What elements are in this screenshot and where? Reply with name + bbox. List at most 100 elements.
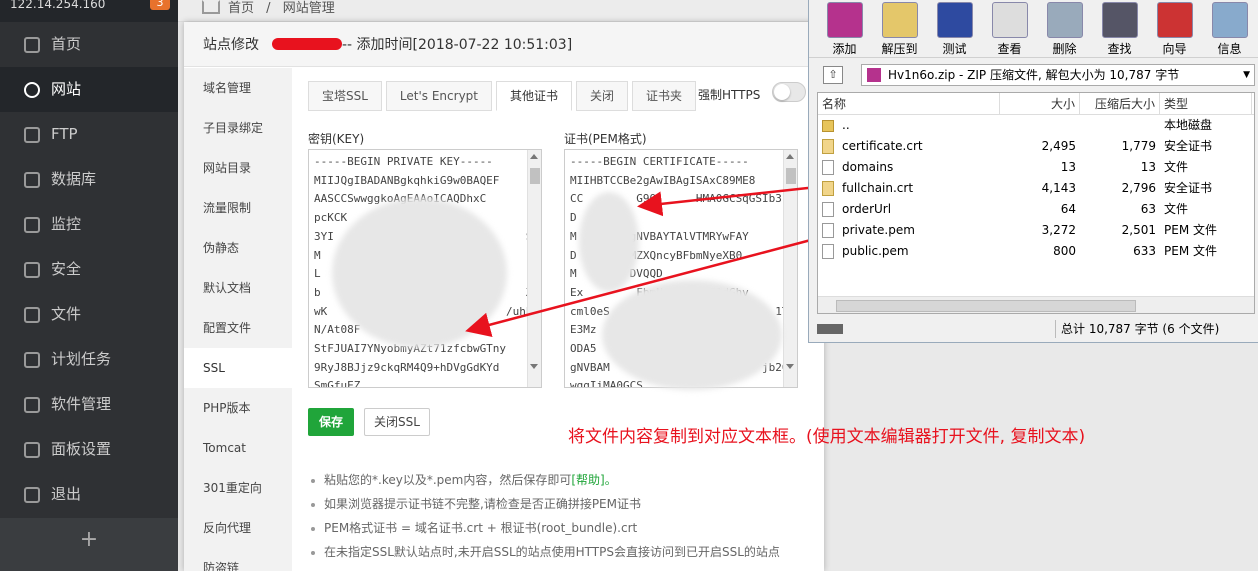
breadcrumb: 首页 / 网站管理 (178, 0, 808, 22)
scroll-up-icon[interactable] (530, 154, 538, 159)
force-https-toggle[interactable] (772, 82, 806, 102)
file-row[interactable]: private.pem 3,272 2,501 PEM 文件 (818, 220, 1254, 241)
menu-item-10[interactable]: 301重定向 (184, 468, 292, 508)
sidebar-item-label: 数据库 (51, 170, 97, 188)
up-folder-button[interactable]: ⇧ (823, 66, 843, 84)
sidebar-item-8[interactable]: 软件管理 (0, 382, 178, 427)
file-size: 2,495 (1041, 139, 1076, 153)
archive-file-list: 名称 大小 压缩后大小 类型 .. 本地磁盘 certificate.crt 2,49… (817, 92, 1255, 314)
sidebar-item-5[interactable]: 安全 (0, 247, 178, 292)
breadcrumb-home[interactable]: 首页 (228, 1, 254, 16)
menu-item-12[interactable]: 防盗链 (184, 548, 292, 571)
sidebar-item-9[interactable]: 面板设置 (0, 427, 178, 472)
file-list-header: 名称 大小 压缩后大小 类型 (818, 93, 1254, 115)
site-edit-dialog: 站点修改 -- 添加时间[2018-07-22 10:51:03] 域名管理 子目… (184, 22, 824, 571)
menu-item-0[interactable]: 域名管理 (184, 68, 292, 108)
tip-item: 粘贴您的*.key以及*.pem内容，然后保存即可[帮助]。 (310, 468, 780, 492)
chevron-down-icon[interactable]: ▼ (1243, 65, 1250, 85)
sidebar-item-10[interactable]: 退出 (0, 472, 178, 517)
column-type[interactable]: 类型 (1160, 93, 1252, 114)
file-name-cell: private.pem (818, 220, 1000, 241)
sidebar-item-label: 计划任务 (51, 350, 112, 368)
file-name: certificate.crt (842, 139, 923, 153)
status-separator (1055, 320, 1056, 338)
sidebar-item-3[interactable]: 数据库 (0, 157, 178, 202)
column-packed[interactable]: 压缩后大小 (1080, 93, 1160, 114)
tab-0[interactable]: 宝塔SSL (308, 81, 382, 111)
archive-total: 总计 10,787 字节 (6 个文件) (1061, 322, 1220, 336)
toolbar-button-3[interactable]: 查看 (982, 0, 1037, 57)
menu-item-1[interactable]: 子目录绑定 (184, 108, 292, 148)
file-name: .. (842, 118, 850, 132)
menu-item-2[interactable]: 网站目录 (184, 148, 292, 188)
archive-path-dropdown[interactable]: Hv1n6o.zip - ZIP 压缩文件, 解包大小为 10,787 字节 ▼ (861, 64, 1255, 86)
file-type: 本地磁盘 (1164, 118, 1213, 132)
toolbar-button-4[interactable]: 删除 (1037, 0, 1092, 57)
toolbar-label: 信息 (1217, 42, 1242, 56)
blur-mask (579, 192, 639, 292)
file-size: 64 (1060, 202, 1076, 216)
file-row[interactable]: domains 13 13 文件 (818, 157, 1254, 178)
sidebar-item-label: 退出 (51, 485, 82, 503)
help-link[interactable]: [帮助]。 (571, 473, 616, 487)
menu-item-4[interactable]: 伪静态 (184, 228, 292, 268)
file-row[interactable]: orderUrl 64 63 文件 (818, 199, 1254, 220)
sidebar-item-label: 面板设置 (51, 440, 112, 458)
file-row[interactable]: public.pem 800 633 PEM 文件 (818, 241, 1254, 262)
close-ssl-button[interactable]: 关闭SSL (364, 408, 430, 436)
sidebar-item-4[interactable]: 监控 (0, 202, 178, 247)
cert-scrollbar[interactable] (783, 150, 797, 387)
save-button[interactable]: 保存 (308, 408, 354, 436)
toolbar-button-7[interactable]: 信息 (1202, 0, 1257, 57)
home-icon (24, 36, 40, 53)
scroll-down-icon[interactable] (530, 364, 538, 369)
file-row[interactable]: .. 本地磁盘 (818, 115, 1254, 136)
certificate-icon (822, 181, 834, 196)
file-name-cell: domains (818, 157, 1000, 178)
tab-2[interactable]: 其他证书 (496, 81, 573, 111)
tab-4[interactable]: 证书夹 (632, 81, 697, 111)
menu-item-3[interactable]: 流量限制 (184, 188, 292, 228)
toolbar-button-6[interactable]: 向导 (1147, 0, 1202, 57)
menu-item-7[interactable]: SSL (184, 348, 292, 388)
wizard-icon (1156, 2, 1193, 38)
dialog-title-suffix: -- 添加时间[2018-07-22 10:51:03] (342, 37, 573, 53)
column-name[interactable]: 名称 (818, 93, 1000, 114)
sidebar-item-label: 网站 (51, 80, 82, 98)
toolbar-button-0[interactable]: 添加 (817, 0, 872, 57)
scroll-up-icon[interactable] (786, 154, 794, 159)
globe-icon (24, 81, 40, 98)
menu-item-11[interactable]: 反向代理 (184, 508, 292, 548)
sidebar-item-7[interactable]: 计划任务 (0, 337, 178, 382)
menu-item-6[interactable]: 配置文件 (184, 308, 292, 348)
sidebar-item-0[interactable]: 首页 (0, 22, 178, 67)
tab-1[interactable]: Let's Encrypt (385, 81, 492, 111)
menu-item-9[interactable]: Tomcat (184, 428, 292, 468)
toolbar-button-1[interactable]: 解压到 (872, 0, 927, 57)
sidebar-item-2[interactable]: FTP (0, 112, 178, 157)
toolbar-label: 查看 (997, 42, 1022, 56)
file-row[interactable]: fullchain.crt 4,143 2,796 安全证书 (818, 178, 1254, 199)
column-size[interactable]: 大小 (1000, 93, 1080, 114)
blur-mask (602, 280, 782, 390)
key-scrollbar[interactable] (527, 150, 541, 387)
tab-3[interactable]: 关闭 (576, 81, 629, 111)
file-name: fullchain.crt (842, 181, 914, 195)
menu-item-8[interactable]: PHP版本 (184, 388, 292, 428)
home-icon[interactable] (202, 0, 220, 14)
zip-icon (867, 68, 881, 82)
add-button[interactable]: + (0, 518, 178, 571)
test-icon (936, 2, 973, 38)
sidebar-item-6[interactable]: 文件 (0, 292, 178, 337)
horizontal-scrollbar[interactable] (818, 296, 1254, 313)
menu-item-5[interactable]: 默认文档 (184, 268, 292, 308)
toolbar-button-5[interactable]: 查找 (1092, 0, 1147, 57)
file-row[interactable]: certificate.crt 2,495 1,779 安全证书 (818, 136, 1254, 157)
message-count-badge[interactable]: 3 (150, 0, 170, 10)
file-packed-size: 13 (1140, 160, 1156, 174)
sidebar-item-1[interactable]: 网站 (0, 67, 178, 112)
scroll-down-icon[interactable] (786, 364, 794, 369)
database-icon (24, 171, 40, 188)
certificate-icon (822, 139, 834, 154)
toolbar-button-2[interactable]: 测试 (927, 0, 982, 57)
